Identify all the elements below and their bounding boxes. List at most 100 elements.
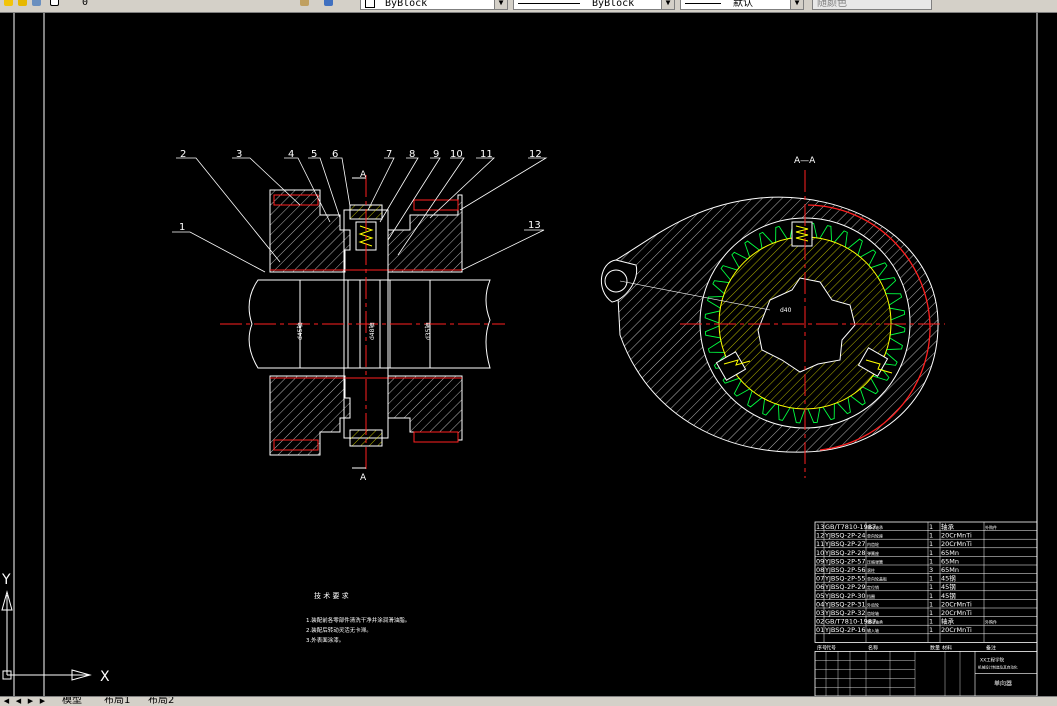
- bom-cell-mat: 20CrMnTi: [941, 626, 972, 634]
- bom-cell-mat: 20CrMnTi: [941, 600, 972, 608]
- dim-d45: d45轴: [296, 323, 304, 340]
- housing-lower: [269, 375, 351, 456]
- chevron-down-icon: ▼: [494, 0, 507, 9]
- bom-cell-mat: 65Mn: [941, 549, 959, 557]
- lineweight-dropdown[interactable]: 默认 ▼: [680, 0, 804, 10]
- housing-upper-right: [387, 194, 463, 273]
- bom-cell-code: YJBSQ-2P-56: [824, 566, 866, 574]
- bom-cell-qty: 1: [929, 618, 933, 626]
- cut-label-bottom: A: [360, 473, 367, 483]
- layer-color-icon[interactable]: [50, 0, 59, 6]
- ucs-y-label: Y: [1, 572, 11, 588]
- layer-lock-icon[interactable]: [32, 0, 41, 6]
- bom-cell-name: 单向轮盖板: [867, 576, 887, 582]
- callout-7: 7: [386, 149, 392, 160]
- color-swatch: [365, 0, 375, 8]
- layer-dropdown[interactable]: 0: [60, 0, 292, 10]
- bom-cell-mat: 45钢: [941, 583, 956, 591]
- color-value: ByBlock: [385, 0, 428, 9]
- bom-cell-mat: 65Mn: [941, 566, 959, 574]
- chevron-down-icon: ▼: [661, 0, 674, 9]
- bom-cell-name: 输入轴: [867, 627, 879, 633]
- bom-cell-name: 挡圈: [867, 593, 875, 599]
- color-dropdown[interactable]: ByBlock ▼: [360, 0, 508, 10]
- mounting-hole: [604, 269, 628, 293]
- callout-4: 4: [288, 149, 294, 160]
- callout-10: 10: [450, 149, 463, 160]
- section-a-a-view[interactable]: A—A d40: [600, 156, 945, 478]
- ucs-icon: [1, 590, 92, 681]
- bom-cell-qty: 1: [929, 600, 933, 608]
- callout-9: 9: [433, 149, 439, 160]
- bom-cell-no: 01: [816, 626, 824, 634]
- title-unit: XX工程学院: [980, 656, 1005, 663]
- callout-11: 11: [480, 149, 493, 160]
- bom-cell-code: YJBSQ-2P-24: [824, 532, 866, 540]
- layer-on-icon[interactable]: [4, 0, 13, 6]
- bom-cell-code: YJBSQ-2P-29: [824, 583, 866, 591]
- bom-cell-code: YJBSQ-2P-55: [824, 575, 866, 583]
- dim-d48: d48轴: [368, 323, 376, 340]
- bom-cell-no: 02: [816, 618, 824, 626]
- plotstyle-value: 随颜色: [817, 0, 847, 9]
- bom-cell-qty: 1: [929, 540, 933, 548]
- ucs-x-label: X: [100, 669, 110, 685]
- bom-cell-code: YJBSQ-2P-30: [824, 592, 866, 600]
- chevron-down-icon: ▼: [790, 0, 803, 9]
- callout-12: 12: [529, 149, 542, 160]
- layer-previous-icon[interactable]: [324, 0, 333, 6]
- callout-1: 1: [179, 222, 185, 233]
- bom-cell-qty: 1: [929, 523, 933, 531]
- bom-cell-no: 03: [816, 609, 824, 617]
- bom-cell-mat: 45钢: [941, 592, 956, 600]
- bom-cell-name: 弹簧座: [867, 550, 879, 556]
- bom-cell-no: 05: [816, 592, 824, 600]
- callout-numbers: 1 2 3 4 5 6 7 8 9 10 11 12 13: [179, 149, 542, 233]
- bom-cell-name: 滚动轴承: [867, 524, 883, 530]
- bom-cell-no: 04: [816, 600, 824, 608]
- layer-value: 0: [82, 0, 89, 8]
- callout-2: 2: [180, 149, 186, 160]
- drawing-canvas[interactable]: d45轴 d48轴 d35轴 A A 1 2 3 4 5 6 7 8 9 10 …: [0, 13, 1057, 697]
- bom-cell-no: 09: [816, 557, 824, 565]
- bom-cell-name: 滚动轴承: [867, 619, 883, 625]
- bom-cell-no: 06: [816, 583, 824, 591]
- bom-cell-code: YJBSQ-2P-28: [824, 549, 866, 557]
- layer-freeze-icon[interactable]: [18, 0, 27, 6]
- bom-header-mat: 材料: [942, 644, 952, 651]
- bom-cell-mat: 45钢: [941, 575, 956, 583]
- bom-cell-no: 08: [816, 566, 824, 574]
- section-label: A—A: [794, 156, 816, 166]
- bom-table: 13 GB/T7810-1987滚动轴承 1 轴承 外购件12 YJBSQ-2P-24 单向…: [814, 521, 1038, 697]
- bom-cell-mat: 20CrMnTi: [941, 540, 972, 548]
- bom-cell-note: 外购件: [985, 619, 997, 625]
- bom-cell-name: 滚柱: [867, 567, 875, 573]
- bom-cell-code: YJBSQ-2P-57: [824, 557, 866, 565]
- dim-d35: d35轴: [424, 323, 432, 340]
- make-layer-current-icon[interactable]: [300, 0, 309, 6]
- bom-cell-mat: 轴承: [941, 522, 955, 531]
- bom-cell-mat: 20CrMnTi: [941, 532, 972, 540]
- bom-cell-code: YJBSQ-2P-16: [824, 626, 866, 634]
- housing-lower-right: [387, 375, 463, 441]
- bom-cell-no: 07: [816, 575, 824, 583]
- tech-title: 技 术 要 求: [314, 591, 349, 600]
- bom-cell-mat: 20CrMnTi: [941, 609, 972, 617]
- bom-cell-name: 外齿轮: [867, 601, 879, 607]
- plotstyle-dropdown: 随颜色: [812, 0, 932, 10]
- bom-cell-qty: 1: [929, 583, 933, 591]
- callout-8: 8: [409, 149, 415, 160]
- bom-header-name: 名称: [868, 644, 878, 651]
- bom-cell-qty: 1: [929, 549, 933, 557]
- assembly-section-view[interactable]: d45轴 d48轴 d35轴 A A 1 2 3 4 5 6 7 8 9 10 …: [172, 149, 548, 483]
- bom-cell-qty: 1: [929, 609, 933, 617]
- bom-cell-name: 齿轮轴: [867, 610, 879, 616]
- title-drawing-name: 单向器: [994, 679, 1012, 687]
- bom-cell-qty: 1: [929, 626, 933, 634]
- linetype-value: ByBlock: [592, 0, 635, 9]
- bom-cell-note: 外购件: [985, 524, 997, 530]
- linetype-dropdown[interactable]: ByBlock ▼: [513, 0, 675, 10]
- bom-cell-no: 13: [816, 523, 824, 531]
- bom-header-note: 备注: [986, 644, 996, 651]
- title-sub: 机械设计制造及其自动化: [978, 664, 1018, 669]
